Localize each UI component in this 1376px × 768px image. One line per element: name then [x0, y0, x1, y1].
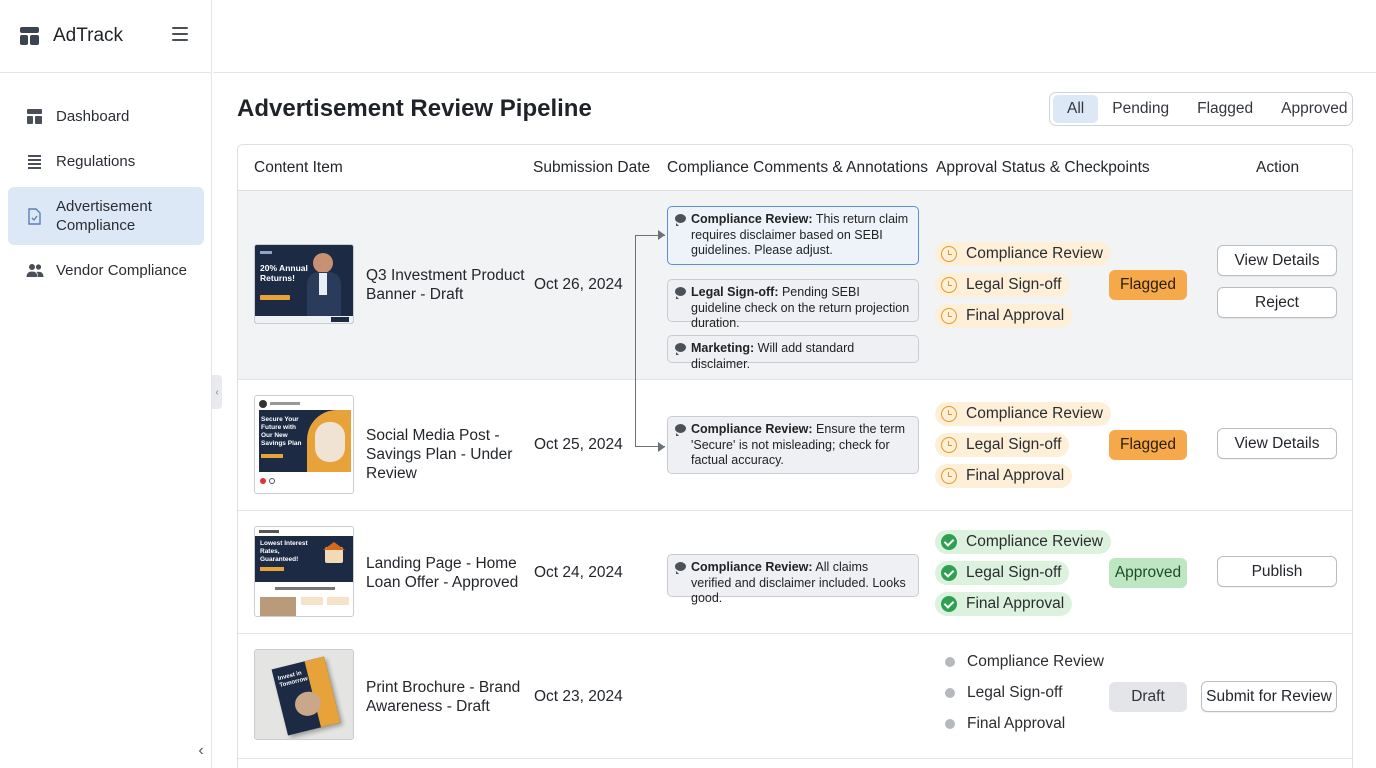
collapse-sidebar-icon[interactable]: ‹	[192, 740, 210, 762]
check-circle-icon	[941, 534, 957, 550]
ad-thumbnail[interactable]: 20% Annual Returns!	[254, 244, 354, 324]
status-badge: Approved	[1109, 558, 1187, 588]
comment-compliance-review[interactable]: Compliance Review: All claims verified a…	[667, 554, 919, 605]
review-table: Content Item Submission Date Compliance …	[237, 144, 1353, 768]
comment-icon	[675, 424, 686, 436]
column-header-comments: Compliance Comments & Annotations	[667, 159, 929, 176]
clock-icon	[941, 437, 957, 453]
list-icon	[26, 153, 43, 170]
filter-flagged[interactable]: Flagged	[1183, 95, 1267, 123]
column-header-content[interactable]: Content Item	[254, 159, 343, 177]
dashboard-icon	[26, 108, 43, 125]
view-details-button[interactable]: View Details	[1217, 245, 1337, 276]
publish-button[interactable]: Publish	[1217, 556, 1337, 587]
comment-compliance-review[interactable]: Compliance Review: This return claim req…	[667, 206, 919, 265]
clock-icon	[941, 308, 957, 324]
table-row: Invest in Tomorrow Print Brochure - Bran…	[238, 634, 1352, 759]
comment-link-connector	[635, 235, 665, 447]
arrow-right-icon	[658, 442, 665, 452]
sidebar-item-vendor-compliance[interactable]: Vendor Compliance	[8, 245, 204, 295]
comment-legal-signoff[interactable]: Legal Sign-off: Pending SEBI guideline c…	[667, 279, 919, 330]
comment-icon	[675, 343, 686, 355]
checkpoint-legal-signoff: Legal Sign-off	[935, 681, 1070, 705]
users-icon	[26, 262, 44, 279]
clock-icon	[941, 277, 957, 293]
sidebar-item-label: Advertisement Compliance	[56, 198, 152, 234]
filter-pending[interactable]: Pending	[1098, 95, 1183, 123]
table-row: Secure Your Future with Our New Savings …	[238, 380, 1352, 511]
dot-icon	[945, 657, 955, 667]
clock-icon	[941, 468, 957, 484]
sidebar-item-label: Regulations	[56, 152, 136, 170]
submission-date: Oct 23, 2024	[534, 688, 623, 705]
check-circle-icon	[941, 596, 957, 612]
app-name: AdTrack	[53, 25, 124, 46]
submission-date: Oct 24, 2024	[534, 564, 623, 581]
status-badge: Draft	[1109, 682, 1187, 712]
checkpoint-compliance-review: Compliance Review	[935, 650, 1112, 674]
status-badge: Flagged	[1109, 430, 1187, 460]
clock-icon	[941, 246, 957, 262]
comment-compliance-review[interactable]: Compliance Review: Ensure the term 'Secu…	[667, 416, 919, 474]
checkpoint-compliance-review: Compliance Review	[935, 242, 1111, 266]
document-icon	[26, 207, 43, 225]
dot-icon	[945, 688, 955, 698]
submit-for-review-button[interactable]: Submit for Review	[1201, 681, 1337, 712]
app-logo-icon	[20, 27, 39, 45]
content-item-title[interactable]: Landing Page - Home Loan Offer - Approve…	[366, 554, 526, 592]
content-item-title[interactable]: Social Media Post - Savings Plan - Under…	[366, 426, 526, 483]
sidebar-nav: Dashboard Regulations Advertisement Comp…	[8, 94, 204, 295]
checkpoint-final-approval: Final Approval	[935, 464, 1073, 488]
table-row: 20% Annual Returns! Q3 Investment Produc…	[238, 191, 1352, 380]
content-item-title[interactable]: Print Brochure - Brand Awareness - Draft	[366, 678, 526, 716]
checkpoint-legal-signoff: Legal Sign-off	[935, 561, 1070, 585]
arrow-right-icon	[658, 230, 665, 240]
resize-handle[interactable]: ‹	[212, 375, 222, 409]
app-root: AdTrack Dashboard Regulations Advertisem…	[0, 0, 1376, 768]
top-bar	[213, 0, 1376, 73]
checkpoint-final-approval: Final Approval	[935, 592, 1073, 616]
filter-all[interactable]: All	[1053, 95, 1099, 123]
status-filter-tabs: All Pending Flagged Approved	[1049, 92, 1353, 126]
sidebar-item-advertisement-compliance[interactable]: Advertisement Compliance	[8, 187, 204, 245]
brand: AdTrack	[0, 0, 212, 73]
filter-approved[interactable]: Approved	[1267, 95, 1361, 123]
sidebar: AdTrack Dashboard Regulations Advertisem…	[0, 0, 212, 768]
view-details-button[interactable]: View Details	[1217, 428, 1337, 459]
menu-toggle-icon[interactable]	[172, 27, 188, 41]
ad-thumbnail[interactable]: Secure Your Future with Our New Savings …	[254, 395, 354, 494]
table-row: Lowest Interest Rates, Guaranteed! Landi…	[238, 511, 1352, 634]
clock-icon	[941, 406, 957, 422]
check-circle-icon	[941, 565, 957, 581]
comment-icon	[675, 214, 686, 226]
checkpoint-final-approval: Final Approval	[935, 712, 1073, 736]
dot-icon	[945, 719, 955, 729]
sidebar-item-regulations[interactable]: Regulations	[8, 138, 204, 184]
sidebar-item-dashboard[interactable]: Dashboard	[8, 94, 204, 138]
content-item-title[interactable]: Q3 Investment Product Banner - Draft	[366, 266, 526, 304]
checkpoint-final-approval: Final Approval	[935, 304, 1073, 328]
submission-date: Oct 26, 2024	[534, 276, 623, 293]
sidebar-item-label: Dashboard	[56, 107, 130, 125]
ad-thumbnail[interactable]: Invest in Tomorrow	[254, 649, 354, 740]
checkpoint-legal-signoff: Legal Sign-off	[935, 433, 1070, 457]
column-header-date[interactable]: Submission Date	[533, 159, 650, 177]
page-title: Advertisement Review Pipeline	[237, 95, 592, 122]
checkpoint-legal-signoff: Legal Sign-off	[935, 273, 1070, 297]
comment-icon	[675, 287, 686, 299]
checkpoint-compliance-review: Compliance Review	[935, 402, 1111, 426]
column-header-action: Action	[1256, 159, 1300, 176]
reject-button[interactable]: Reject	[1217, 287, 1337, 318]
column-header-status: Approval Status & Checkpoints	[936, 159, 1150, 176]
comment-icon	[675, 562, 686, 574]
comment-marketing[interactable]: Marketing: Will add standard disclaimer.	[667, 335, 919, 371]
submission-date: Oct 25, 2024	[534, 436, 623, 453]
sidebar-item-label: Vendor Compliance	[56, 261, 187, 279]
status-badge: Flagged	[1109, 270, 1187, 300]
ad-thumbnail[interactable]: Lowest Interest Rates, Guaranteed!	[254, 526, 354, 617]
table-header: Content Item Submission Date Compliance …	[238, 145, 1352, 191]
checkpoint-compliance-review: Compliance Review	[935, 530, 1111, 554]
